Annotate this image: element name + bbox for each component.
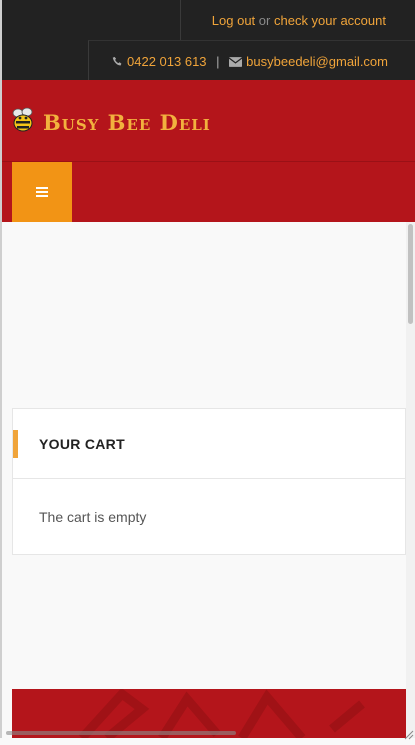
cart-accent-bar bbox=[13, 430, 18, 458]
cart-empty-message: The cart is empty bbox=[39, 509, 147, 525]
check-account-link[interactable]: check your account bbox=[274, 13, 386, 28]
cart-header: YOUR CART bbox=[13, 409, 405, 479]
email-link[interactable]: busybeedeli@gmail.com bbox=[246, 54, 388, 69]
phone-icon bbox=[112, 54, 127, 69]
cart-title: YOUR CART bbox=[39, 436, 125, 452]
contact-separator: | bbox=[216, 54, 220, 69]
site-header: Busy Bee Deli bbox=[2, 80, 415, 222]
horizontal-scrollbar-thumb[interactable] bbox=[6, 731, 236, 735]
bee-icon bbox=[11, 107, 35, 138]
account-links: Log out or check your account bbox=[212, 13, 386, 28]
site-logo[interactable]: Busy Bee Deli bbox=[11, 107, 211, 138]
hamburger-menu-icon bbox=[36, 187, 48, 197]
cart-widget: YOUR CART The cart is empty bbox=[12, 408, 406, 555]
resize-grip-icon[interactable] bbox=[404, 727, 414, 740]
contact-row: 0422 013 613 | busybeedeli@gmail.com bbox=[88, 40, 415, 81]
phone-link[interactable]: 0422 013 613 bbox=[127, 54, 207, 69]
menu-toggle-button[interactable] bbox=[12, 162, 72, 222]
top-account-bar: Log out or check your account 0422 013 6… bbox=[2, 0, 415, 81]
account-links-row: Log out or check your account bbox=[180, 0, 415, 40]
brand-name: Busy Bee Deli bbox=[43, 110, 211, 135]
contact-info: 0422 013 613 | busybeedeli@gmail.com bbox=[112, 54, 388, 69]
logout-link[interactable]: Log out bbox=[212, 13, 255, 28]
vertical-scrollbar-thumb[interactable] bbox=[408, 224, 413, 324]
window-edge bbox=[0, 0, 2, 738]
envelope-icon bbox=[228, 54, 246, 69]
or-text: or bbox=[258, 13, 271, 28]
